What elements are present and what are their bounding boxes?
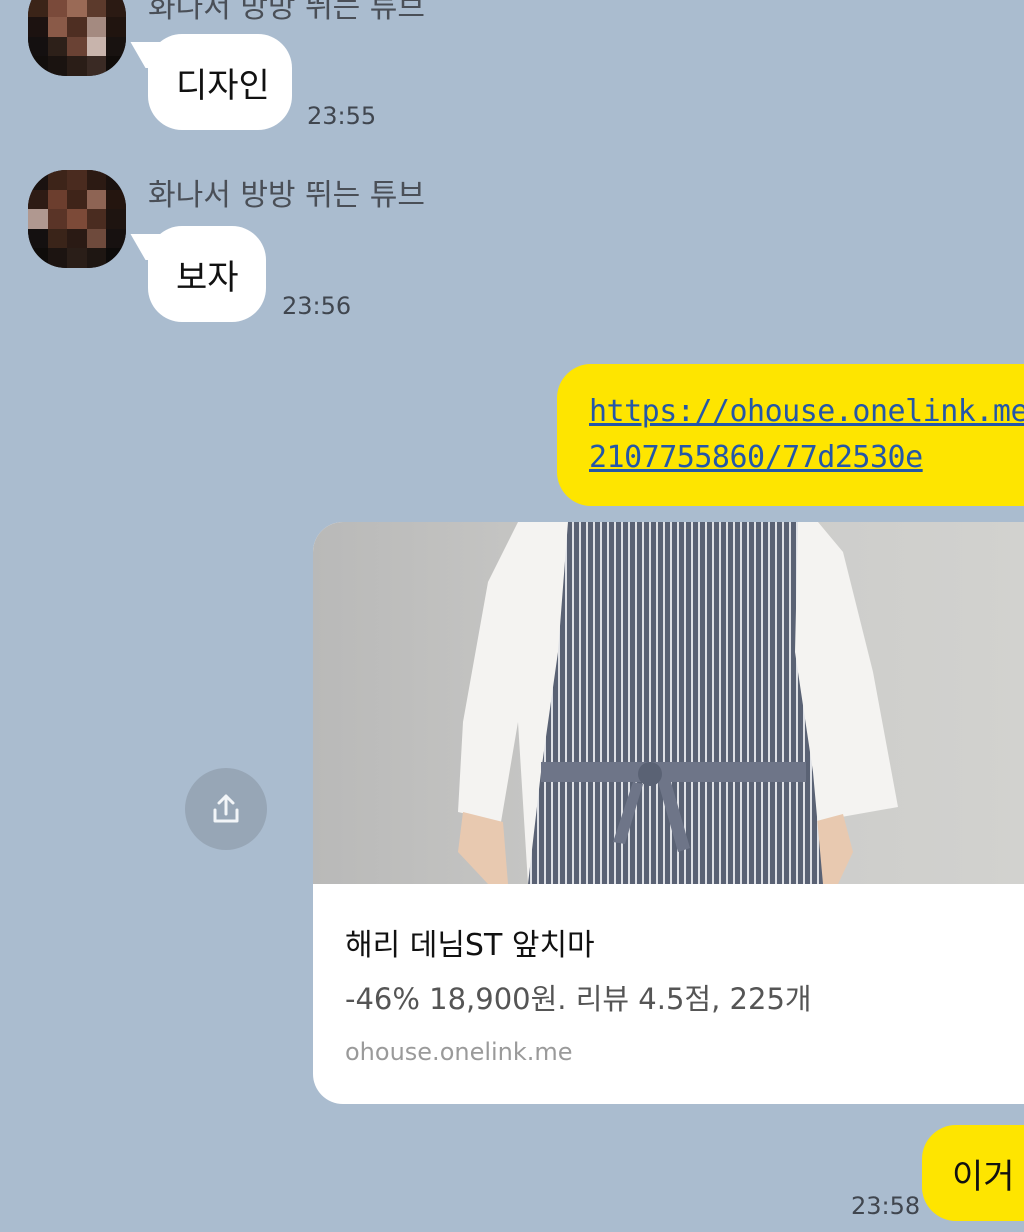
link-url-line1[interactable]: https://ohouse.onelink.me/ xyxy=(589,389,1024,435)
card-description: -46% 18,900원. 리뷰 4.5점, 225개 xyxy=(345,982,812,1016)
product-image[interactable] xyxy=(313,522,1024,884)
message-bubble[interactable]: 보자 xyxy=(148,226,266,322)
sender-name: 화나서 방방 뛰는 튜브 xyxy=(148,0,426,25)
avatar[interactable] xyxy=(28,0,126,76)
share-icon xyxy=(213,794,239,823)
message-text: 보자 xyxy=(176,257,239,298)
message-text: 디자인 xyxy=(176,65,270,106)
message-bubble[interactable]: 디자인 xyxy=(148,34,292,130)
link-bubble[interactable]: https://ohouse.onelink.me/ 2107755860/77… xyxy=(557,364,1024,506)
message-time: 23:55 xyxy=(307,102,377,130)
card-title: 해리 데님ST 앞치마 xyxy=(345,928,595,963)
message-text: 이거 xyxy=(952,1156,1015,1197)
link-preview-card[interactable]: 해리 데님ST 앞치마 -46% 18,900원. 리뷰 4.5점, 225개 … xyxy=(313,522,1024,1104)
message-time: 23:58 xyxy=(851,1192,921,1220)
avatar[interactable] xyxy=(28,170,126,268)
message-time: 23:56 xyxy=(282,292,352,320)
link-url-line2[interactable]: 2107755860/77d2530e xyxy=(589,435,923,481)
share-button[interactable] xyxy=(185,768,267,850)
message-bubble[interactable]: 이거 xyxy=(922,1125,1024,1221)
card-domain: ohouse.onelink.me xyxy=(345,1038,573,1066)
sender-name: 화나서 방방 뛰는 튜브 xyxy=(148,178,426,213)
